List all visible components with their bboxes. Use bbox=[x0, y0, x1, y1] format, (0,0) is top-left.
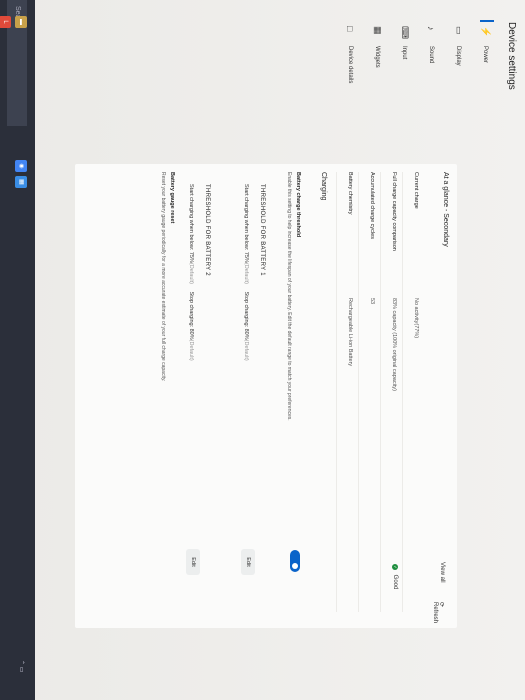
sidebar-item-display[interactable]: ▭ Display bbox=[445, 20, 472, 150]
battery-1-start: Start charging when below: 75% bbox=[243, 184, 249, 263]
sidebar-item-power[interactable]: ⚡ Power bbox=[472, 20, 499, 150]
row-label: Battery chemistry bbox=[347, 172, 353, 215]
chrome-icon[interactable]: ◉ bbox=[15, 160, 27, 172]
toggle-knob bbox=[292, 563, 298, 569]
row-label: Current charge bbox=[413, 172, 419, 209]
threshold-title: Battery charge threshold bbox=[295, 172, 301, 238]
gauge-reset-description: Reset your battery gauge periodically fo… bbox=[160, 172, 166, 382]
rotated-screen: Device settings ⚡ Power ▭ Display ♪ Soun… bbox=[0, 0, 525, 700]
threshold-description: Enable this setting to help increase the… bbox=[286, 172, 292, 421]
sidebar-item-sound[interactable]: ♪ Sound bbox=[418, 20, 445, 150]
row-value: No activity(77%) bbox=[413, 298, 419, 339]
sidebar-item-label: Device details bbox=[347, 46, 354, 84]
view-all-link[interactable]: View all bbox=[439, 562, 445, 583]
sidebar-item-label: Display bbox=[455, 46, 462, 66]
device-icon: □ bbox=[345, 26, 356, 32]
refresh-label: Refresh bbox=[432, 602, 438, 624]
store-icon[interactable]: ▦ bbox=[15, 176, 27, 188]
battery-2-start: Start charging when below: 75% bbox=[188, 184, 194, 263]
check-icon: ✓ bbox=[392, 564, 398, 570]
file-explorer-icon[interactable]: ▬ bbox=[15, 16, 27, 28]
battery-1-heading: THRESHOLD FOR BATTERY 1 bbox=[259, 184, 265, 276]
sidebar-item-device-details[interactable]: □ Device details bbox=[337, 20, 364, 150]
gauge-reset-title: Battery gauge reset bbox=[169, 172, 175, 224]
default-tag: (Default) bbox=[243, 339, 249, 361]
default-tag: (Default) bbox=[243, 262, 249, 284]
status-text: Good bbox=[392, 574, 398, 590]
sidebar-item-label: Sound bbox=[428, 46, 435, 64]
glance-row: Full charge capacity comparison 83% capa… bbox=[380, 172, 403, 612]
sidebar-item-label: Widgets bbox=[374, 46, 381, 68]
glance-row: Current charge No activity(77%) bbox=[402, 172, 425, 612]
threshold-toggle[interactable] bbox=[290, 550, 300, 572]
active-indicator bbox=[480, 20, 494, 22]
sidebar-item-widgets[interactable]: ▦ Widgets bbox=[364, 20, 391, 150]
battery-2-heading: THRESHOLD FOR BATTERY 2 bbox=[204, 184, 210, 276]
row-value: Rechargeable Li-ion Battery bbox=[347, 298, 353, 367]
battery-2-stop: Stop charging: 80% bbox=[188, 291, 194, 340]
sidebar: ⚡ Power ▭ Display ♪ Sound ⌨ Input ▦ Widg… bbox=[337, 20, 499, 150]
edit-battery-2-button[interactable]: Edit bbox=[186, 549, 200, 575]
charging-card: Charging Battery charge threshold Enable… bbox=[75, 164, 335, 628]
default-tag: (Default) bbox=[188, 339, 194, 361]
refresh-button[interactable]: ⟳ Refresh bbox=[432, 602, 445, 628]
row-value: 53 bbox=[369, 298, 375, 305]
glance-row: Battery chemistry Rechargeable Li-ion Ba… bbox=[336, 172, 359, 612]
sidebar-item-input[interactable]: ⌨ Input bbox=[391, 20, 418, 150]
row-label: Full charge capacity comparison bbox=[391, 172, 397, 251]
grid-icon: ▦ bbox=[373, 26, 383, 35]
music-note-icon: ♪ bbox=[426, 26, 437, 31]
default-tag: (Default) bbox=[188, 262, 194, 284]
row-value: 83% capacity (100% original capacity) bbox=[391, 298, 397, 391]
battery-2-range: Start charging when below: 75%(Default) … bbox=[188, 184, 194, 361]
sidebar-item-label: Power bbox=[482, 46, 489, 64]
keyboard-icon: ⌨ bbox=[400, 26, 410, 39]
refresh-icon: ⟳ bbox=[438, 602, 444, 608]
battery-1-stop: Stop charging: 80% bbox=[243, 291, 249, 340]
monitor-icon: ▭ bbox=[454, 26, 464, 35]
app-icon[interactable]: L bbox=[0, 16, 11, 28]
battery-1-range: Start charging when below: 75%(Default) … bbox=[243, 184, 249, 361]
edit-battery-1-button[interactable]: Edit bbox=[241, 549, 255, 575]
section-title: Charging bbox=[320, 172, 327, 201]
glance-row: Accumulated charge cycles 53 bbox=[358, 172, 381, 612]
sidebar-item-label: Input bbox=[401, 46, 408, 60]
system-tray[interactable]: ⌃ ▭ bbox=[18, 660, 25, 672]
row-label: Accumulated charge cycles bbox=[369, 172, 375, 239]
lightning-icon: ⚡ bbox=[481, 26, 491, 38]
card-title: At a glance - Secondary bbox=[442, 172, 449, 247]
status-badge: ✓ Good bbox=[392, 564, 398, 589]
page-title: Device settings bbox=[506, 22, 517, 90]
taskbar: Search ▬ L ◉ ▦ ⌃ ▭ bbox=[0, 0, 35, 700]
